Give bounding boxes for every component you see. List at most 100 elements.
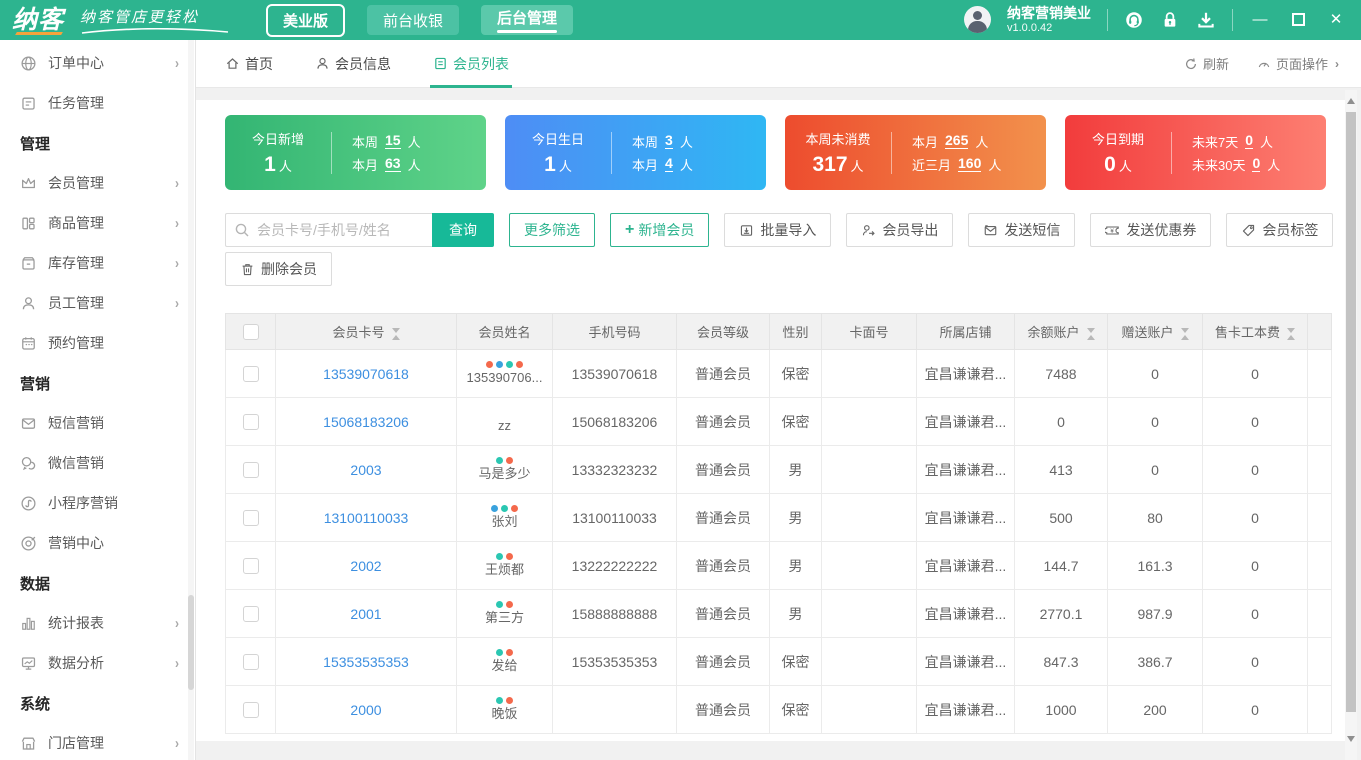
sidebar-item-appointment-manage[interactable]: 预约管理: [0, 323, 195, 363]
send-sms-button[interactable]: 发送短信: [968, 213, 1076, 247]
sidebar-item-statistics-report[interactable]: 统计报表 ›: [0, 603, 195, 643]
member-card-link[interactable]: 2000: [350, 702, 381, 718]
table-row: 2001 第三方 15888888888 普通会员 男 宜昌谦谦君... 277…: [225, 589, 1332, 638]
sidebar-section-marketing: 营销: [20, 375, 51, 393]
refresh-icon: [1185, 57, 1196, 69]
row-checkbox[interactable]: [242, 701, 259, 718]
add-member-button[interactable]: + 新增会员: [610, 213, 710, 247]
sidebar-item-order-center[interactable]: 订单中心 ›: [0, 43, 195, 83]
member-card-link[interactable]: 13100110033: [324, 510, 409, 526]
app-version: v1.0.0.42: [1007, 21, 1053, 34]
member-card-link[interactable]: 15068183206: [323, 414, 409, 430]
member-card-link[interactable]: 15353535353: [323, 654, 409, 670]
refresh-button[interactable]: 刷新: [1184, 54, 1229, 73]
row-checkbox[interactable]: [242, 461, 259, 478]
sidebar-item-staff-manage[interactable]: 员工管理 ›: [0, 283, 195, 323]
send-coupon-button[interactable]: ¥ 发送优惠券: [1090, 213, 1212, 247]
table-row: 13539070618 135390706... 13539070618 普通会…: [225, 349, 1332, 398]
member-table: 会员卡号 会员姓名 手机号码 会员等级 性别 卡面号 所属店铺 余额账户 赠送账…: [225, 313, 1332, 734]
sidebar-item-goods-manage[interactable]: 商品管理 ›: [0, 203, 195, 243]
header-balance[interactable]: 余额账户: [1014, 313, 1108, 350]
miniprogram-icon: [21, 495, 36, 511]
header-name: 会员姓名: [456, 313, 553, 350]
header-card-face: 卡面号: [821, 313, 917, 350]
user-avatar[interactable]: [964, 6, 991, 34]
select-all-checkbox[interactable]: [242, 323, 259, 340]
member-tag-dots: [458, 648, 552, 656]
header-gift[interactable]: 赠送账户: [1107, 313, 1203, 350]
sidebar-item-wechat-marketing[interactable]: 微信营销: [0, 443, 195, 483]
query-button[interactable]: 查询: [432, 213, 494, 247]
minimize-button[interactable]: —: [1249, 12, 1271, 27]
member-export-button[interactable]: 会员导出: [846, 213, 954, 247]
sort-icon[interactable]: [1180, 327, 1189, 340]
backend-manage-button[interactable]: 后台管理: [481, 5, 574, 35]
tab-member-list[interactable]: 会员列表: [430, 40, 512, 88]
row-checkbox[interactable]: [242, 413, 259, 430]
stat-card-new-today: 今日新增 1人 本周 15 人 本月 63 人: [225, 115, 486, 190]
store-icon: [21, 737, 36, 750]
divider: [1232, 8, 1233, 31]
member-card-link[interactable]: 2001: [350, 606, 381, 622]
content-scrollbar[interactable]: [1345, 90, 1357, 760]
svg-text:¥: ¥: [1111, 227, 1115, 234]
edition-button[interactable]: 美业版: [266, 3, 346, 37]
maximize-button[interactable]: [1287, 13, 1309, 27]
stat-sub-value: 265: [945, 131, 969, 150]
member-card-link[interactable]: 2002: [350, 558, 381, 574]
stat-cards: 今日新增 1人 本周 15 人 本月 63 人 今日生日 1人 本周 3 人 本月 4 人: [225, 115, 1326, 190]
row-checkbox[interactable]: [242, 653, 259, 670]
member-tag-dots: [458, 696, 552, 704]
sidebar-item-marketing-center[interactable]: 营销中心: [0, 523, 195, 563]
batch-import-button[interactable]: 批量导入: [724, 213, 832, 247]
member-card-link[interactable]: 2003: [350, 462, 381, 478]
tab-home[interactable]: 首页: [225, 40, 273, 88]
content-scrollbar-thumb[interactable]: [1346, 112, 1356, 712]
front-cashier-button[interactable]: 前台收银: [367, 5, 460, 35]
sidebar-item-member-manage[interactable]: 会员管理 ›: [0, 163, 195, 203]
tab-member-info[interactable]: 会员信息: [315, 40, 391, 88]
inventory-box-icon: [22, 256, 35, 270]
sidebar-item-store-manage[interactable]: 门店管理 ›: [0, 723, 195, 760]
member-icon: [317, 57, 328, 69]
row-checkbox[interactable]: [242, 605, 259, 622]
chevron-right-icon: ›: [175, 214, 179, 232]
stat-sub-value: 3: [665, 131, 673, 150]
member-tag-button[interactable]: 会员标签: [1226, 213, 1334, 247]
scroll-down-arrow[interactable]: [1347, 736, 1355, 742]
sidebar-item-miniprogram-marketing[interactable]: 小程序营销: [0, 483, 195, 523]
row-checkbox[interactable]: [242, 509, 259, 526]
member-card-link[interactable]: 13539070618: [323, 366, 409, 382]
header-gender: 性别: [769, 313, 822, 350]
sort-icon[interactable]: [1287, 327, 1295, 340]
sidebar-item-data-analysis[interactable]: 数据分析 ›: [0, 643, 195, 683]
lock-icon[interactable]: [1160, 10, 1180, 30]
user-name: 纳客营销美业: [1007, 5, 1091, 21]
list-icon: [435, 57, 446, 70]
page-operations-button[interactable]: 页面操作 ›: [1257, 54, 1339, 73]
header-card-no[interactable]: 会员卡号: [275, 313, 457, 350]
active-nav-underline: [497, 30, 558, 33]
customer-service-icon[interactable]: [1124, 10, 1144, 30]
sidebar-item-inventory-manage[interactable]: 库存管理 ›: [0, 243, 195, 283]
stat-card-birthday-today: 今日生日 1人 本周 3 人 本月 4 人: [505, 115, 766, 190]
sort-icon[interactable]: [1086, 327, 1095, 340]
sort-icon[interactable]: [391, 327, 400, 340]
scroll-up-arrow[interactable]: [1347, 98, 1355, 104]
sidebar-scrollbar[interactable]: [188, 40, 194, 760]
sidebar-scrollbar-thumb[interactable]: [188, 595, 194, 690]
sidebar-item-sms-marketing[interactable]: 短信营销: [0, 403, 195, 443]
search-input[interactable]: [225, 213, 432, 247]
delete-member-button[interactable]: 删除会员: [225, 252, 332, 286]
tab-label: 首页: [245, 55, 273, 72]
sidebar-item-label: 小程序营销: [48, 495, 118, 511]
more-filter-button[interactable]: 更多筛选: [509, 213, 595, 247]
table-row: 2002 王烦都 13222222222 普通会员 男 宜昌谦谦君... 144…: [225, 541, 1332, 590]
sidebar-item-task-manage[interactable]: 任务管理: [0, 83, 195, 123]
row-checkbox[interactable]: [242, 365, 259, 382]
row-checkbox[interactable]: [242, 557, 259, 574]
header-fee[interactable]: 售卡工本费: [1202, 313, 1308, 350]
download-icon[interactable]: [1196, 10, 1216, 30]
stat-card-no-consume-week: 本周未消费 317 人 本月 265 人 近三月 160 人: [785, 115, 1046, 190]
close-button[interactable]: ✕: [1325, 12, 1347, 27]
